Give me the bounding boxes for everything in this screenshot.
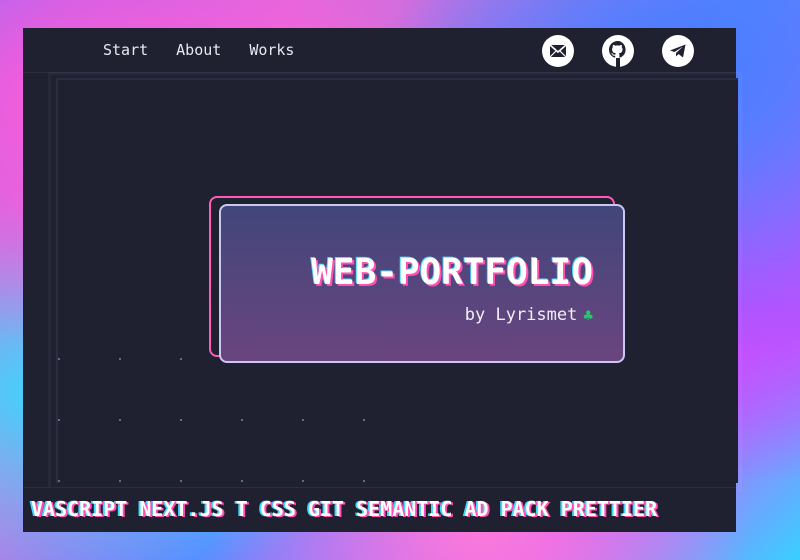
tech-marquee: VASCRIPT NEXT.JS T CSS GIT SEMANTIC AD P… (23, 487, 736, 532)
social-links (542, 35, 694, 67)
author-byline: by Lyrismet ♣ (465, 305, 593, 325)
grid-dot (119, 419, 121, 421)
title-card: WEB-PORTFOLIO by Lyrismet ♣ (219, 204, 625, 363)
grid-dot (302, 480, 304, 482)
grid-dot (302, 419, 304, 421)
clover-icon: ♣ (583, 305, 593, 325)
nav-link-start[interactable]: Start (103, 41, 148, 59)
grid-dot (241, 480, 243, 482)
page-title: WEB-PORTFOLIO (311, 252, 593, 293)
grid-dot (119, 480, 121, 482)
mail-button[interactable] (542, 35, 574, 67)
grid-dot (363, 419, 365, 421)
grid-dot (241, 419, 243, 421)
nav-links: Start About Works (103, 28, 294, 72)
grid-dot (363, 480, 365, 482)
telegram-button[interactable] (662, 35, 694, 67)
github-button[interactable] (602, 35, 634, 67)
grid-dot (58, 480, 60, 482)
marquee-text: VASCRIPT NEXT.JS T CSS GIT SEMANTIC AD P… (31, 497, 658, 521)
top-nav: Start About Works (23, 28, 736, 73)
author-name: by Lyrismet (464, 305, 578, 325)
grid-dot (180, 480, 182, 482)
mail-icon (549, 44, 567, 58)
site-window: Start About Works WEB-PORTFOLIO by Lyris… (23, 28, 742, 532)
nav-link-about[interactable]: About (176, 41, 221, 59)
grid-dot (119, 358, 121, 360)
grid-dot (58, 419, 60, 421)
grid-dot (180, 358, 182, 360)
grid-dot (180, 419, 182, 421)
grid-dot (58, 358, 60, 360)
github-icon (602, 35, 634, 67)
nav-link-works[interactable]: Works (249, 41, 294, 59)
telegram-icon (670, 44, 686, 58)
